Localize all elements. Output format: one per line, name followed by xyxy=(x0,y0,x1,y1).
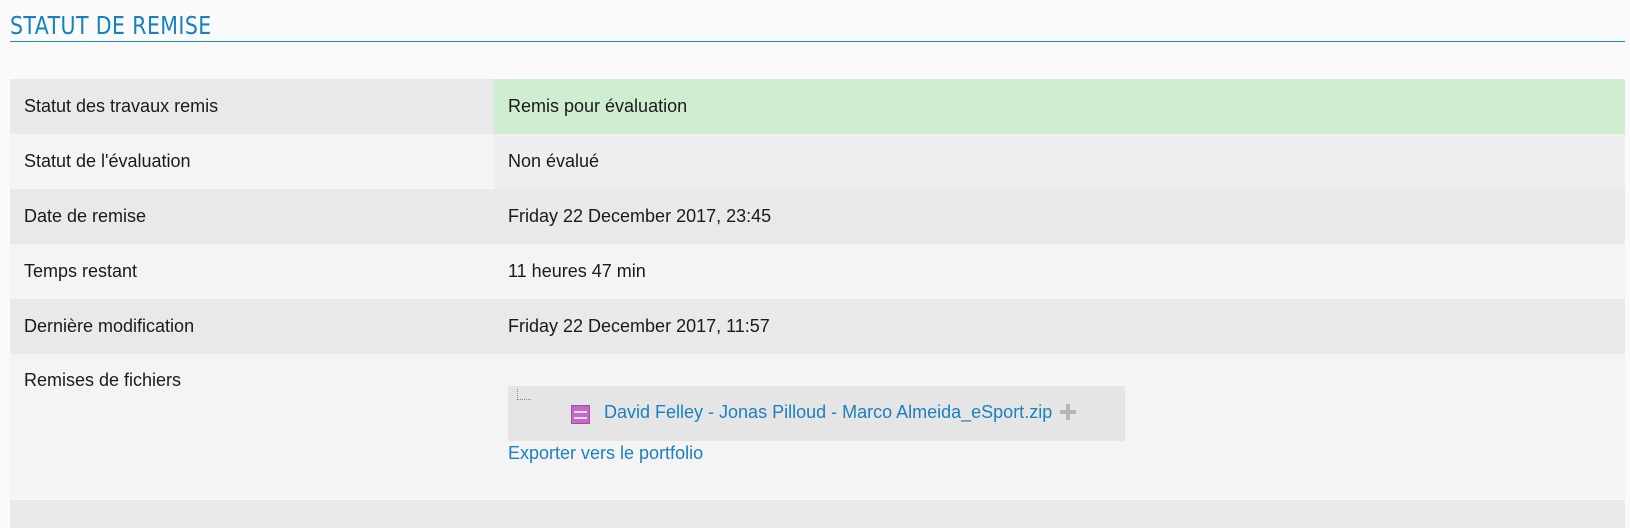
export-portfolio-link[interactable]: Exporter vers le portfolio xyxy=(508,443,703,464)
submitted-file-link[interactable]: David Felley - Jonas Pilloud - Marco Alm… xyxy=(604,402,1052,423)
table-row: Date de remise Friday 22 December 2017, … xyxy=(10,189,1625,244)
time-remaining-label: Temps restant xyxy=(10,244,494,299)
table-row: Temps restant 11 heures 47 min xyxy=(10,244,1625,299)
plus-icon[interactable] xyxy=(1059,403,1077,421)
file-submissions-label: Remises de fichiers xyxy=(10,354,494,499)
table-row: Statut des travaux remis Remis pour éval… xyxy=(10,79,1625,134)
submission-status-label: Statut des travaux remis xyxy=(10,79,494,134)
table-row: Remises de fichiers David Felley - Jonas… xyxy=(10,354,1625,499)
file-submissions-value: David Felley - Jonas Pilloud - Marco Alm… xyxy=(494,354,1625,499)
table-row: Dernière modification Friday 22 December… xyxy=(10,299,1625,354)
due-date-label: Date de remise xyxy=(10,189,494,244)
next-row-band xyxy=(10,500,1625,528)
submission-status-table: Statut des travaux remis Remis pour éval… xyxy=(10,79,1625,499)
section-heading: STATUT DE REMISE xyxy=(10,6,1625,42)
last-modified-value: Friday 22 December 2017, 11:57 xyxy=(494,299,1625,354)
submission-status-page: STATUT DE REMISE Statut des travaux remi… xyxy=(0,0,1630,528)
tree-connector xyxy=(517,389,531,400)
archive-zip-icon xyxy=(571,405,590,424)
time-remaining-value: 11 heures 47 min xyxy=(494,244,1625,299)
page-title: STATUT DE REMISE xyxy=(10,11,212,40)
due-date-value: Friday 22 December 2017, 23:45 xyxy=(494,189,1625,244)
submission-status-value: Remis pour évaluation xyxy=(494,79,1625,134)
file-tree: David Felley - Jonas Pilloud - Marco Alm… xyxy=(508,386,1125,441)
grading-status-label: Statut de l'évaluation xyxy=(10,134,494,189)
table-row: Statut de l'évaluation Non évalué xyxy=(10,134,1625,189)
grading-status-value: Non évalué xyxy=(494,134,1625,189)
last-modified-label: Dernière modification xyxy=(10,299,494,354)
